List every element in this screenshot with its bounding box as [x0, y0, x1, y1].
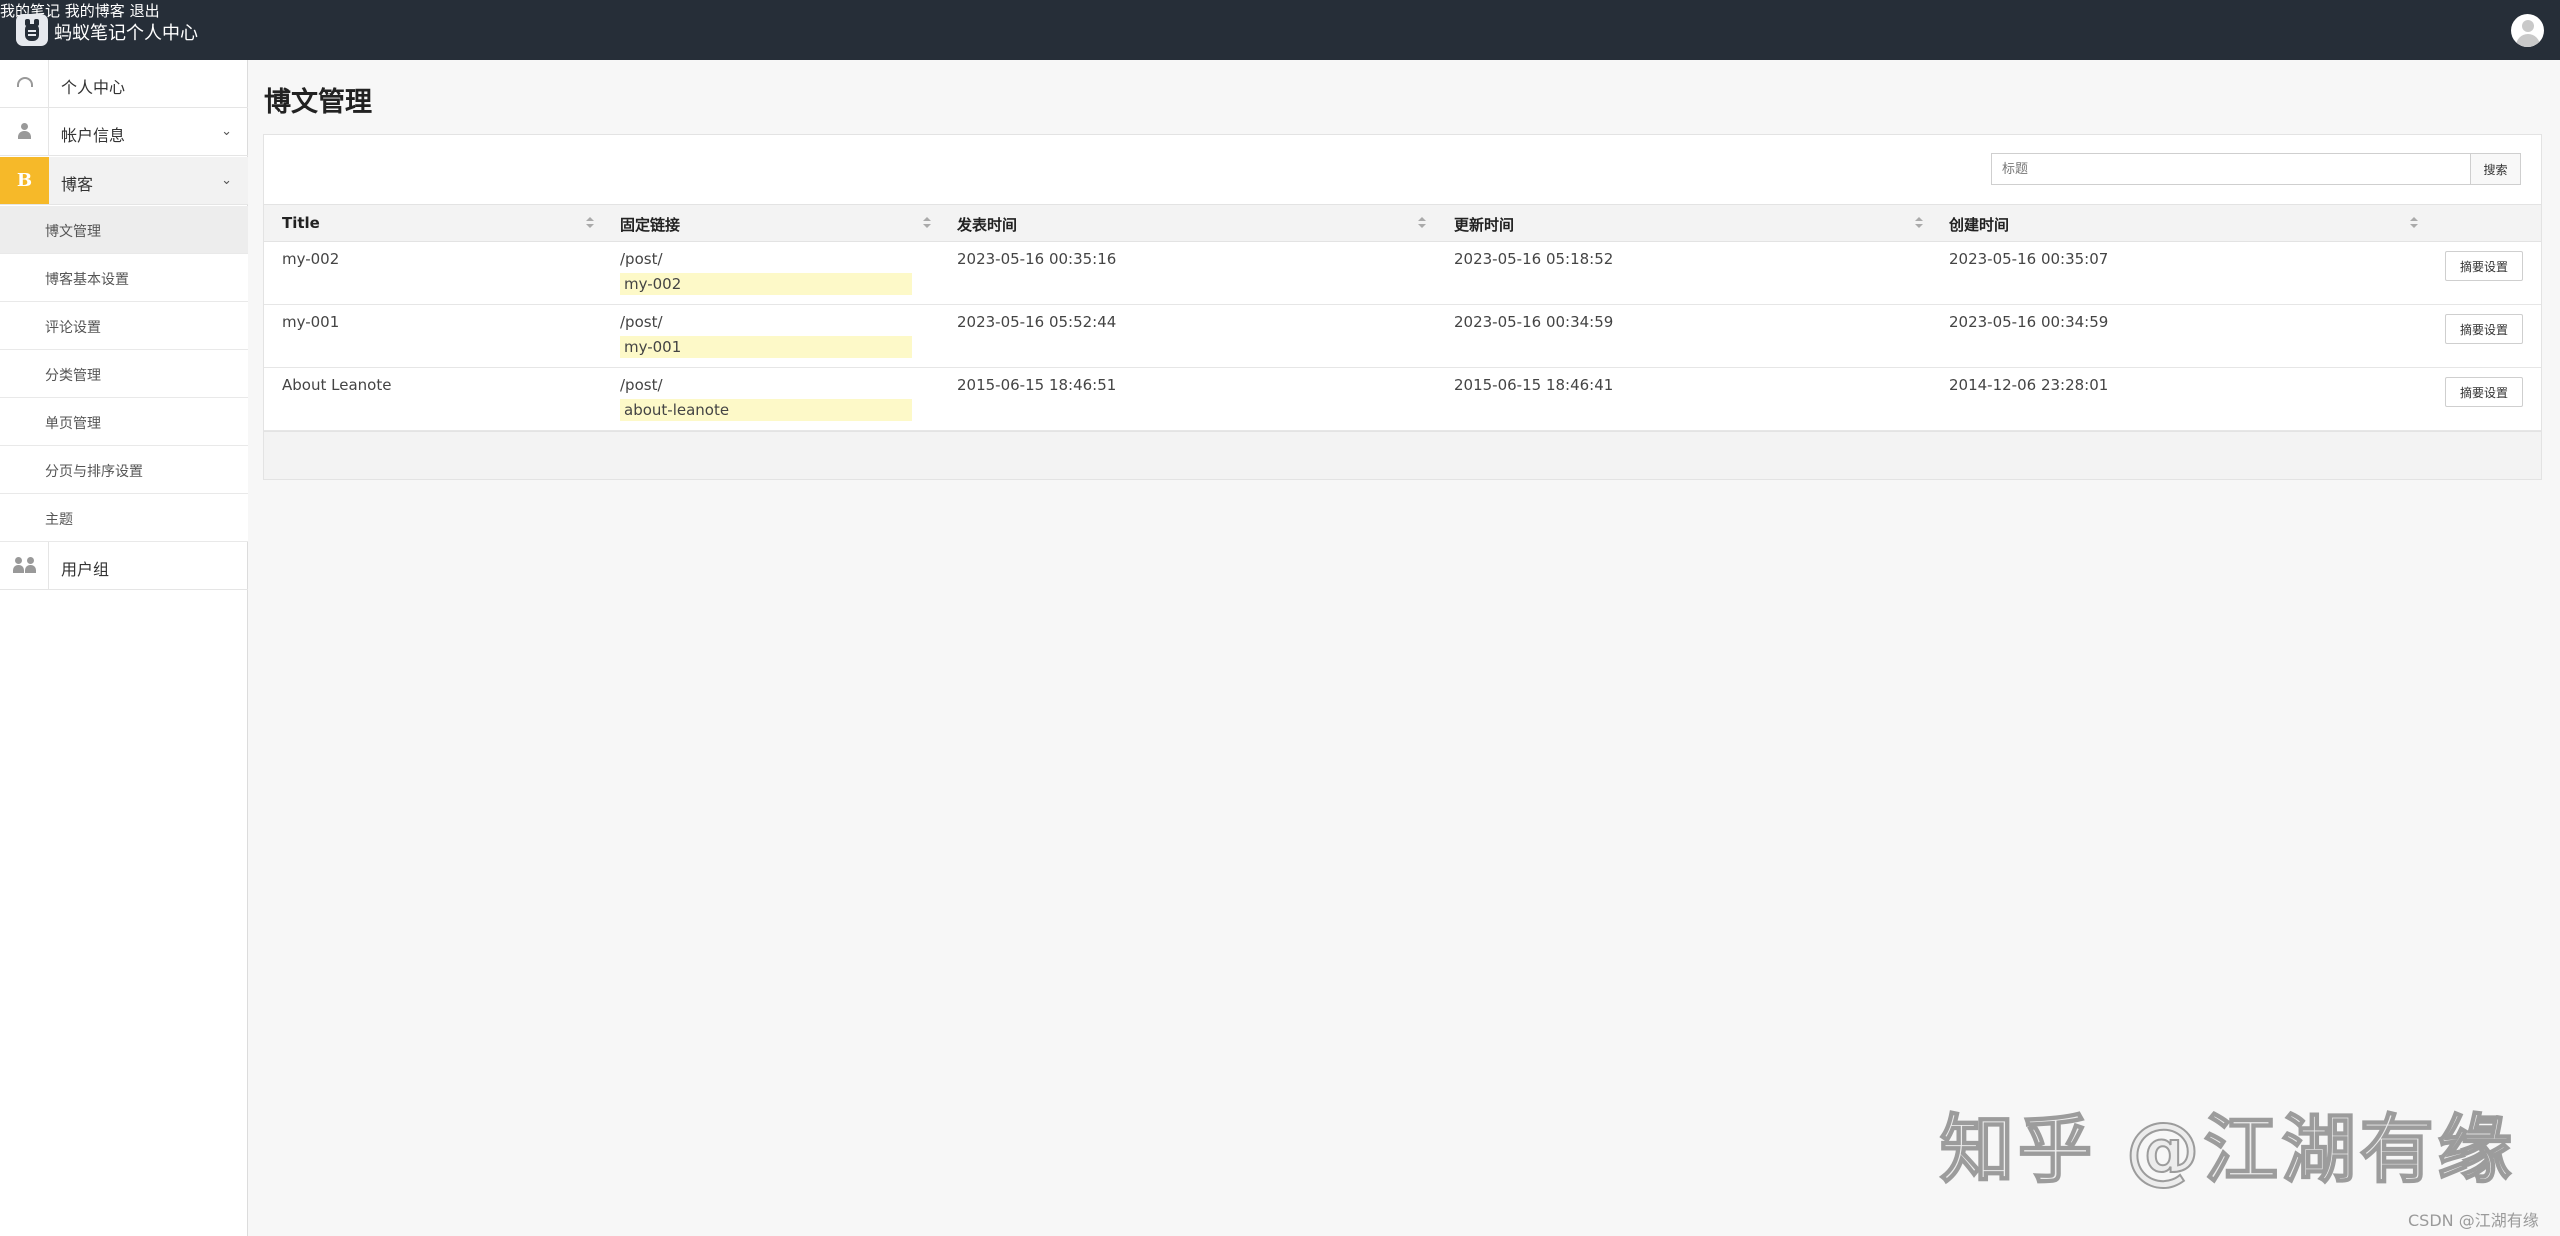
sort-icon[interactable] [2410, 217, 2418, 229]
summary-settings-button[interactable]: 摘要设置 [2445, 377, 2523, 407]
nav-logout-link[interactable]: 退出 [130, 2, 160, 20]
permalink-prefix: /post/ [620, 313, 663, 331]
user-icon [0, 108, 49, 155]
sidebar-item-account-info[interactable]: 帐户信息 ⌄ [0, 108, 248, 156]
chevron-down-icon: ⌄ [221, 124, 232, 139]
table-row: my-001 /post/ 2023-05-16 05:52:44 2023-0… [264, 305, 2541, 368]
sidebar-subitem-label: 博文管理 [45, 224, 101, 240]
nav-my-blog-link[interactable]: 我的博客 [65, 2, 125, 20]
published-time: 2023-05-16 05:52:44 [957, 313, 1117, 331]
sort-icon[interactable] [1915, 217, 1923, 229]
sidebar-subitem-pagination-sorting[interactable]: 分页与排序设置 [0, 446, 248, 494]
app-title[interactable]: 蚂蚁笔记个人中心 [54, 19, 198, 45]
sort-icon[interactable] [586, 217, 594, 229]
post-title: my-001 [282, 313, 340, 331]
permalink-slug-input[interactable] [620, 399, 912, 421]
sidebar-item-label: 博客 [61, 175, 94, 194]
created-time: 2023-05-16 00:34:59 [1949, 313, 2109, 331]
column-header-published[interactable]: 发表时间 [957, 214, 1017, 235]
csdn-watermark: CSDN @江湖有缘 [2408, 1211, 2539, 1230]
sort-icon[interactable] [923, 217, 931, 229]
table-header: Title 固定链接 发表时间 更新时间 创建时间 [264, 204, 2541, 242]
updated-time: 2015-06-15 18:46:41 [1454, 376, 1614, 394]
sidebar-subitem-label: 单页管理 [45, 416, 101, 432]
posts-panel: 搜索 Title 固定链接 发表时间 更新时间 创建时间 my-002 /pos… [263, 134, 2542, 480]
sidebar-subitem-page-management[interactable]: 单页管理 [0, 398, 248, 446]
zhihu-watermark: 知乎 @江湖有缘 [1939, 1106, 2516, 1194]
created-time: 2014-12-06 23:28:01 [1949, 376, 2109, 394]
sidebar-item-blog[interactable]: B 博客 ⌄ [0, 157, 248, 205]
page-title: 博文管理 [264, 87, 372, 118]
summary-settings-button[interactable]: 摘要设置 [2445, 314, 2523, 344]
sidebar-item-label: 个人中心 [61, 78, 126, 97]
permalink-slug-input[interactable] [620, 273, 912, 295]
sidebar-subitem-blog-basic-settings[interactable]: 博客基本设置 [0, 254, 248, 302]
summary-settings-button[interactable]: 摘要设置 [2445, 251, 2523, 281]
column-header-updated[interactable]: 更新时间 [1454, 214, 1514, 235]
permalink-prefix: /post/ [620, 250, 663, 268]
sidebar: 个人中心 帐户信息 ⌄ B 博客 ⌄ 博文管理 博客基本设置 评论设置 分类管理… [0, 60, 248, 1236]
sidebar-subitem-label: 主题 [45, 512, 73, 528]
dashboard-icon [0, 60, 49, 107]
table-row: my-002 /post/ 2023-05-16 00:35:16 2023-0… [264, 242, 2541, 305]
column-header-created[interactable]: 创建时间 [1949, 214, 2009, 235]
table-row: About Leanote /post/ 2015-06-15 18:46:51… [264, 368, 2541, 431]
sidebar-item-personal-center[interactable]: 个人中心 [0, 60, 248, 108]
sidebar-subitem-post-management[interactable]: 博文管理 [0, 206, 248, 254]
search-button[interactable]: 搜索 [2470, 153, 2521, 185]
group-icon [0, 542, 49, 589]
sidebar-subitem-label: 分页与排序设置 [45, 464, 143, 480]
blog-icon: B [0, 157, 49, 204]
updated-time: 2023-05-16 05:18:52 [1454, 250, 1614, 268]
sidebar-subitem-comment-settings[interactable]: 评论设置 [0, 302, 248, 350]
top-bar: 蚂蚁笔记个人中心 我的笔记 我的博客 退出 [0, 0, 2560, 60]
sidebar-subitem-label: 评论设置 [45, 320, 101, 336]
sidebar-subitem-label: 分类管理 [45, 368, 101, 384]
sidebar-item-label: 用户组 [61, 560, 110, 579]
chevron-down-icon: ⌄ [221, 173, 232, 188]
table-footer [264, 431, 2541, 479]
sidebar-subitem-label: 博客基本设置 [45, 272, 129, 288]
column-header-permalink[interactable]: 固定链接 [620, 214, 680, 235]
created-time: 2023-05-16 00:35:07 [1949, 250, 2109, 268]
sidebar-subitem-category-management[interactable]: 分类管理 [0, 350, 248, 398]
sort-icon[interactable] [1418, 217, 1426, 229]
updated-time: 2023-05-16 00:34:59 [1454, 313, 1614, 331]
published-time: 2015-06-15 18:46:51 [957, 376, 1117, 394]
search-input[interactable] [1991, 153, 2471, 185]
post-title: my-002 [282, 250, 340, 268]
post-title: About Leanote [282, 376, 392, 394]
leanote-logo-icon[interactable] [16, 14, 48, 46]
user-avatar[interactable] [2511, 14, 2544, 47]
sidebar-subitem-theme[interactable]: 主题 [0, 494, 248, 542]
sidebar-item-user-group[interactable]: 用户组 [0, 542, 248, 590]
permalink-prefix: /post/ [620, 376, 663, 394]
published-time: 2023-05-16 00:35:16 [957, 250, 1117, 268]
column-header-title[interactable]: Title [282, 214, 320, 232]
sidebar-item-label: 帐户信息 [61, 126, 126, 145]
permalink-slug-input[interactable] [620, 336, 912, 358]
